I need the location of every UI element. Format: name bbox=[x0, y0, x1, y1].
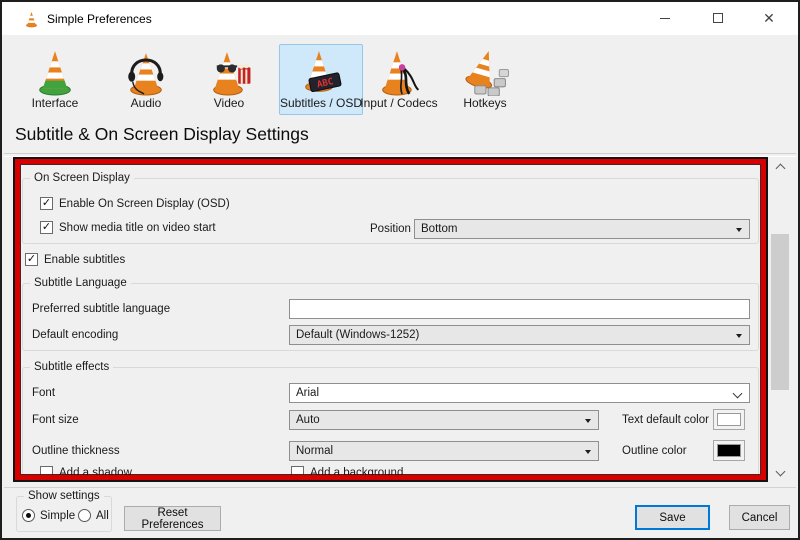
reset-preferences-button[interactable]: Reset Preferences bbox=[124, 506, 221, 531]
cancel-button[interactable]: Cancel bbox=[729, 505, 790, 530]
outline-color-label: Outline color bbox=[622, 445, 687, 457]
enable-osd-checkbox[interactable]: ✓ bbox=[40, 197, 53, 210]
dropdown-arrow-icon bbox=[585, 419, 591, 423]
tab-audio-label: Audio bbox=[131, 96, 162, 110]
chevron-down-icon bbox=[775, 467, 785, 477]
text-default-color-button[interactable] bbox=[713, 409, 745, 430]
add-background-checkbox[interactable]: ✓ bbox=[291, 466, 304, 479]
tab-input-codecs-label: Input / Codecs bbox=[360, 96, 437, 110]
show-media-title-checkbox[interactable]: ✓ bbox=[40, 221, 53, 234]
font-size-value: Auto bbox=[296, 414, 320, 426]
close-button[interactable]: ✕ bbox=[746, 2, 792, 34]
tab-hotkeys[interactable]: Hotkeys bbox=[443, 44, 527, 115]
font-combobox[interactable]: Arial bbox=[289, 383, 750, 403]
tab-interface-label: Interface bbox=[32, 96, 79, 110]
add-shadow-row: ✓ Add a shadow bbox=[40, 466, 132, 479]
subtitle-effects-group-label: Subtitle effects bbox=[30, 361, 113, 373]
tab-video-label: Video bbox=[214, 96, 244, 110]
footer-separator bbox=[4, 487, 796, 488]
dropdown-arrow-icon bbox=[736, 334, 742, 338]
show-media-title-label: Show media title on video start bbox=[59, 222, 216, 234]
font-size-dropdown[interactable]: Auto bbox=[289, 410, 599, 430]
audio-cone-icon bbox=[121, 47, 171, 96]
show-media-title-row: ✓ Show media title on video start bbox=[40, 221, 216, 234]
checkmark-icon: ✓ bbox=[27, 254, 36, 265]
dropdown-arrow-icon bbox=[585, 450, 591, 454]
hotkeys-cone-icon bbox=[460, 47, 510, 96]
scroll-down-button[interactable] bbox=[770, 465, 790, 482]
simple-radio-label: Simple bbox=[40, 510, 75, 522]
outline-thickness-value: Normal bbox=[296, 445, 333, 457]
vlc-app-icon bbox=[23, 10, 40, 28]
font-label: Font bbox=[32, 387, 55, 399]
default-encoding-label: Default encoding bbox=[32, 329, 118, 341]
chevron-down-icon bbox=[733, 389, 743, 399]
minimize-icon bbox=[660, 18, 670, 19]
text-default-color-label: Text default color bbox=[622, 414, 709, 426]
simple-preferences-dialog: Simple Preferences ✕ Interface Audio bbox=[0, 0, 800, 540]
subtitles-cone-icon: ABC bbox=[296, 47, 346, 96]
input-codecs-cone-icon bbox=[374, 47, 424, 96]
radio-simple-row: Simple bbox=[22, 509, 75, 522]
font-size-label: Font size bbox=[32, 414, 79, 426]
tab-hotkeys-label: Hotkeys bbox=[463, 96, 506, 110]
video-cone-icon bbox=[204, 47, 254, 96]
scrollbar-thumb[interactable] bbox=[771, 234, 789, 390]
default-encoding-dropdown[interactable]: Default (Windows-1252) bbox=[289, 325, 750, 345]
tab-subtitles-osd-label: Subtitles / OSD bbox=[280, 96, 362, 110]
preferred-language-label: Preferred subtitle language bbox=[32, 303, 170, 315]
all-radio[interactable] bbox=[78, 509, 91, 522]
vertical-scrollbar[interactable] bbox=[770, 158, 790, 482]
font-value: Arial bbox=[296, 387, 319, 399]
osd-group-label: On Screen Display bbox=[30, 172, 134, 184]
tab-audio[interactable]: Audio bbox=[104, 44, 188, 115]
simple-radio[interactable] bbox=[22, 509, 35, 522]
tab-interface[interactable]: Interface bbox=[13, 44, 97, 115]
tab-subtitles-osd[interactable]: ABC Subtitles / OSD bbox=[279, 44, 363, 115]
dropdown-arrow-icon bbox=[736, 228, 742, 232]
scroll-up-button[interactable] bbox=[770, 158, 790, 175]
enable-subtitles-label: Enable subtitles bbox=[44, 254, 125, 266]
enable-osd-label: Enable On Screen Display (OSD) bbox=[59, 198, 230, 210]
position-label: Position bbox=[370, 223, 410, 235]
preferred-language-input[interactable] bbox=[289, 299, 750, 319]
enable-subtitles-checkbox[interactable]: ✓ bbox=[25, 253, 38, 266]
save-button[interactable]: Save bbox=[635, 505, 710, 530]
add-shadow-label: Add a shadow bbox=[59, 467, 132, 479]
all-radio-label: All bbox=[96, 510, 109, 522]
subtitle-language-group-label: Subtitle Language bbox=[30, 277, 131, 289]
tab-video[interactable]: Video bbox=[187, 44, 271, 115]
position-dropdown[interactable]: Bottom bbox=[414, 219, 750, 239]
outline-color-swatch bbox=[717, 444, 741, 457]
outline-color-button[interactable] bbox=[713, 440, 745, 461]
minimize-button[interactable] bbox=[642, 2, 688, 34]
text-color-swatch bbox=[717, 413, 741, 426]
radio-all-row: All bbox=[78, 509, 109, 522]
outline-thickness-dropdown[interactable]: Normal bbox=[289, 441, 599, 461]
show-settings-label: Show settings bbox=[24, 490, 104, 502]
default-encoding-value: Default (Windows-1252) bbox=[296, 329, 419, 341]
maximize-button[interactable] bbox=[695, 2, 741, 34]
heading-separator bbox=[4, 153, 796, 157]
interface-cone-icon bbox=[30, 47, 80, 96]
add-shadow-checkbox[interactable]: ✓ bbox=[40, 466, 53, 479]
checkmark-icon: ✓ bbox=[42, 198, 51, 209]
add-background-row: ✓ Add a background bbox=[291, 466, 403, 479]
checkmark-icon: ✓ bbox=[42, 222, 51, 233]
chevron-up-icon bbox=[775, 164, 785, 174]
window-title: Simple Preferences bbox=[47, 12, 152, 26]
add-background-label: Add a background bbox=[310, 467, 403, 479]
close-icon: ✕ bbox=[763, 11, 775, 25]
titlebar: Simple Preferences ✕ bbox=[2, 2, 798, 35]
position-value: Bottom bbox=[421, 223, 457, 235]
page-title: Subtitle & On Screen Display Settings bbox=[15, 124, 309, 145]
maximize-icon bbox=[713, 13, 723, 23]
enable-osd-row: ✓ Enable On Screen Display (OSD) bbox=[40, 197, 230, 210]
enable-subtitles-row: ✓ Enable subtitles bbox=[25, 253, 125, 266]
tab-input-codecs[interactable]: Input / Codecs bbox=[357, 44, 441, 115]
outline-thickness-label: Outline thickness bbox=[32, 445, 120, 457]
